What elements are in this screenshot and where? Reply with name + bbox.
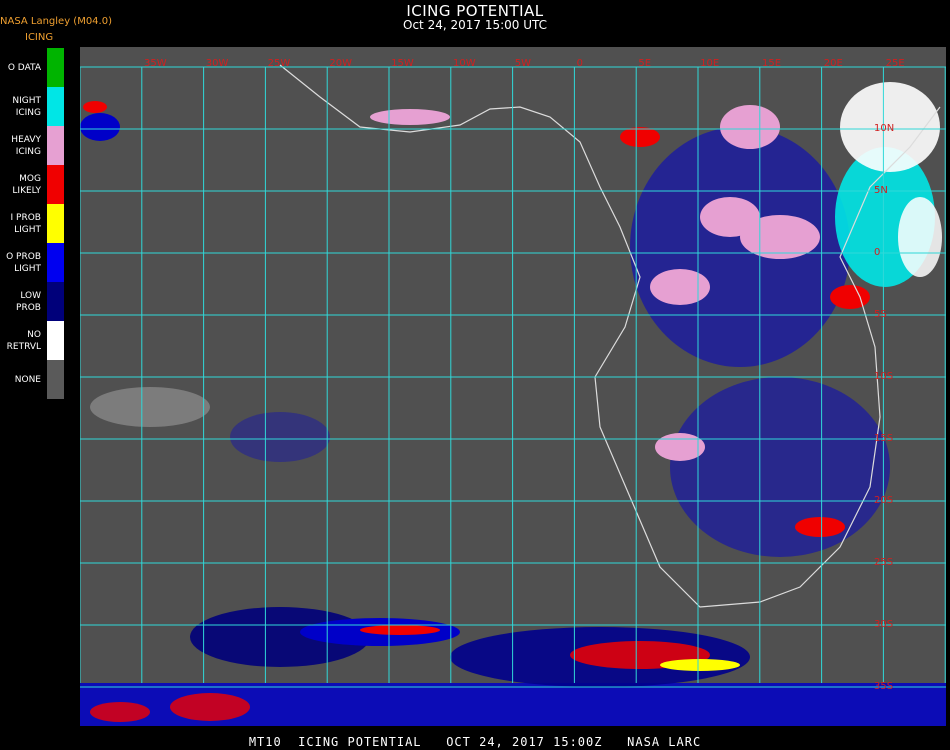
legend-item: O DATA [0, 48, 66, 87]
legend-item: MOG LIKELY [0, 165, 66, 204]
legend-swatch [47, 87, 64, 126]
latitude-label: 30S [874, 619, 893, 630]
legend-label: HEAVY ICING [11, 134, 41, 157]
legend-swatch [47, 48, 64, 87]
legend-label: LOW PROB [16, 290, 41, 313]
longitude-label: 25W [268, 58, 291, 69]
legend-swatch [47, 126, 64, 165]
legend-label: MOG LIKELY [12, 173, 41, 196]
legend-swatch [47, 165, 64, 204]
latitude-label: 15S [874, 433, 893, 444]
longitude-label: 5W [515, 58, 531, 69]
legend-label: NIGHT ICING [12, 95, 41, 118]
longitude-label: 5E [638, 58, 651, 69]
longitude-label: 25E [886, 58, 905, 69]
latitude-label: 35S [874, 681, 893, 692]
longitude-label: 0 [577, 58, 583, 69]
longitude-label: 10E [700, 58, 719, 69]
longitude-label: 15W [391, 58, 414, 69]
footer-caption: MT10 ICING POTENTIAL OCT 24, 2017 15:00Z… [248, 735, 702, 749]
satellite-map: 35W30W25W20W15W10W5W05E10E15E20E25E30E35… [79, 47, 950, 750]
legend-label: NO RETRVL [6, 329, 41, 352]
legend-swatch [47, 321, 64, 360]
longitude-label: 35W [144, 58, 167, 69]
longitude-label: 10W [453, 58, 476, 69]
legend-item: HEAVY ICING [0, 126, 66, 165]
longitude-label: 30W [206, 58, 229, 69]
legend-item: O PROB LIGHT [0, 243, 66, 282]
latitude-label: 5S [874, 309, 887, 320]
legend-item: NONE [0, 360, 66, 399]
latitude-label: 20S [874, 495, 893, 506]
legend-item: NIGHT ICING [0, 87, 66, 126]
latitude-label: 10S [874, 371, 893, 382]
legend-label: O PROB LIGHT [6, 251, 41, 274]
longitude-label: 15E [762, 58, 781, 69]
longitude-label: 20E [824, 58, 843, 69]
legend-item: NO RETRVL [0, 321, 66, 360]
legend-label: I PROB LIGHT [10, 212, 41, 235]
legend-item: LOW PROB [0, 282, 66, 321]
map-timestamp: Oct 24, 2017 15:00 UTC [403, 18, 547, 32]
legend-swatch [47, 282, 64, 321]
latitude-label: 0 [874, 247, 880, 258]
legend-label: NONE [14, 374, 41, 385]
latitude-label: 25S [874, 557, 893, 568]
longitude-label: 20W [329, 58, 352, 69]
latitude-label: 10N [874, 123, 894, 134]
legend-swatch [47, 204, 64, 243]
legend-item: I PROB LIGHT [0, 204, 66, 243]
product-label: ICING [25, 32, 54, 43]
legend-swatch [47, 243, 64, 282]
latitude-label: 5N [874, 185, 888, 196]
legend-label: O DATA [7, 62, 41, 73]
legend-swatch [47, 360, 64, 399]
